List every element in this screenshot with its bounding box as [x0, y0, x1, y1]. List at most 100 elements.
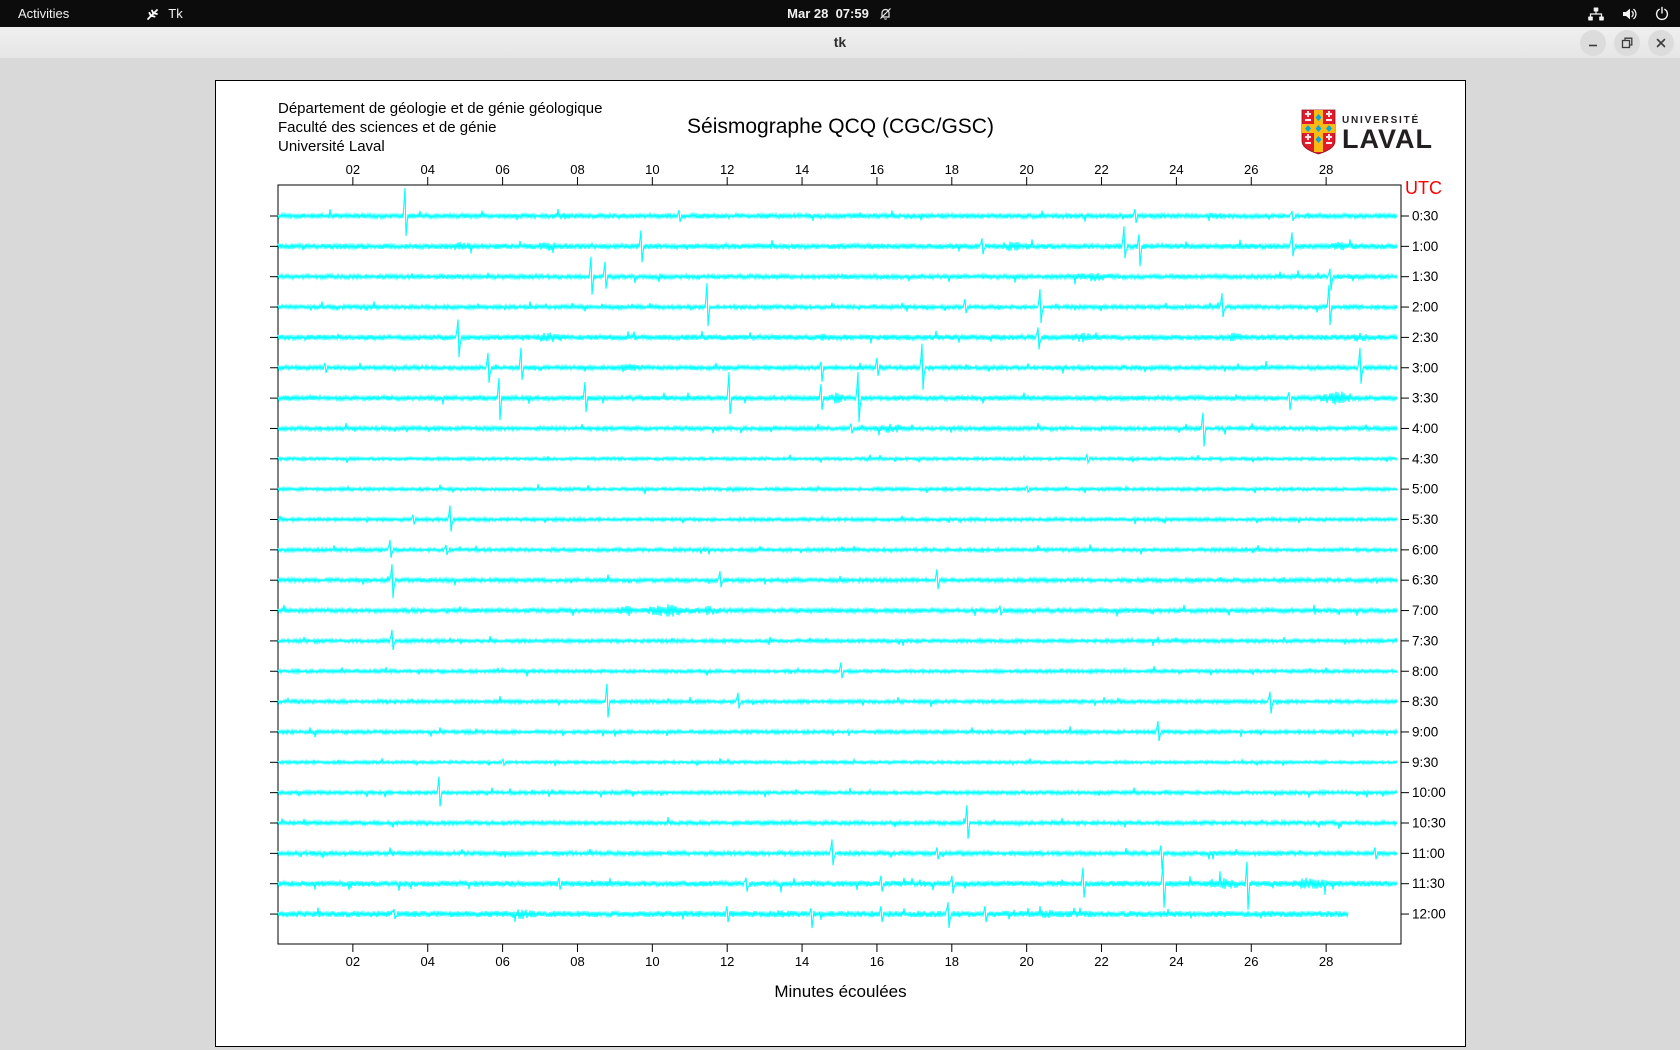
volume-icon [1621, 6, 1638, 22]
x-tick-label-top: 06 [495, 162, 509, 177]
utc-tick-label: 11:30 [1412, 876, 1445, 891]
seismogram-plot: 02 02 04 04 06 06 08 08 10 10 12 12 14 14 16 16 18 18 20 20… [216, 81, 1465, 1050]
desktop: Activities Tk Mar 28 07:59 [0, 0, 1680, 1050]
x-tick-label-bottom: 20 [1019, 954, 1033, 969]
x-tick-label-bottom: 12 [720, 954, 734, 969]
x-tick-label-bottom: 06 [495, 954, 509, 969]
x-tick-label-top: 08 [570, 162, 584, 177]
x-tick-label-top: 04 [420, 162, 434, 177]
close-button[interactable] [1648, 30, 1674, 56]
network-wired-icon [1587, 6, 1605, 22]
x-tick-label-top: 18 [945, 162, 959, 177]
seismogram-trace [278, 506, 1397, 532]
seismogram-trace [278, 805, 1397, 839]
notifications-muted-icon [878, 6, 893, 21]
x-tick-label-top: 10 [645, 162, 659, 177]
utc-tick-label: 6:30 [1412, 573, 1438, 588]
seismogram-trace [278, 758, 1397, 766]
close-icon [1655, 37, 1667, 49]
seismogram-trace [278, 188, 1397, 236]
utc-tick-label: 5:00 [1412, 482, 1438, 497]
x-tick-label-bottom: 02 [346, 954, 360, 969]
seismogram-svg: 02 02 04 04 06 06 08 08 10 10 12 12 14 14 16 16 18 18 20 20… [216, 81, 1465, 1046]
utc-tick-label: 11:00 [1412, 846, 1445, 861]
utc-tick-label: 1:30 [1412, 269, 1438, 284]
seismogram-trace [278, 372, 1397, 422]
seismogram-trace [278, 839, 1397, 869]
seismogram-trace [278, 540, 1397, 558]
seismograph-canvas: 02 02 04 04 06 06 08 08 10 10 12 12 14 14 16 16 18 18 20 20… [215, 80, 1466, 1047]
seismogram-trace [278, 226, 1397, 266]
seismogram-trace [278, 455, 1397, 463]
utc-tick-label: 0:30 [1412, 209, 1438, 224]
x-tick-label-bottom: 10 [645, 954, 659, 969]
x-tick-label-top: 14 [795, 162, 809, 177]
clock-button[interactable]: Mar 28 07:59 [0, 0, 1680, 27]
seismogram-trace [278, 413, 1397, 447]
seismogram-trace [278, 777, 1397, 807]
x-tick-label-bottom: 24 [1169, 954, 1183, 969]
x-tick-label-top: 24 [1169, 162, 1183, 177]
x-tick-label-top: 20 [1019, 162, 1033, 177]
restore-icon [1621, 37, 1633, 49]
x-tick-label-bottom: 04 [420, 954, 434, 969]
utc-tick-label: 10:00 [1412, 785, 1446, 800]
minimize-icon [1587, 37, 1599, 49]
utc-tick-label: 10:30 [1412, 816, 1446, 831]
utc-tick-label: 3:00 [1412, 360, 1438, 375]
utc-tick-label: 5:30 [1412, 512, 1438, 527]
minimize-button[interactable] [1580, 30, 1606, 56]
utc-tick-label: 12:00 [1412, 907, 1446, 922]
utc-tick-label: 9:00 [1412, 724, 1438, 739]
seismogram-trace [278, 684, 1397, 718]
utc-tick-label: 6:00 [1412, 542, 1438, 557]
utc-tick-label: 8:00 [1412, 664, 1438, 679]
seismogram-trace [278, 484, 1397, 494]
seismogram-trace [278, 604, 1397, 616]
plot-border [278, 185, 1401, 944]
x-tick-label-bottom: 18 [945, 954, 959, 969]
utc-tick-label: 2:30 [1412, 330, 1438, 345]
maximize-button[interactable] [1614, 30, 1640, 56]
x-tick-label-bottom: 28 [1319, 954, 1333, 969]
seismogram-trace [278, 662, 1397, 678]
chart-title: Séismographe QCQ (CGC/GSC) [216, 115, 1465, 139]
gnome-top-bar: Activities Tk Mar 28 07:59 [0, 0, 1680, 27]
utc-tick-label: 7:00 [1412, 603, 1438, 618]
seismogram-trace [278, 902, 1348, 928]
seismogram-trace [278, 257, 1397, 295]
utc-tick-label: 2:00 [1412, 300, 1438, 315]
seismogram-trace [278, 721, 1397, 741]
header-line: Université Laval [278, 137, 602, 156]
utc-tick-label: 9:30 [1412, 755, 1438, 770]
utc-axis-label: UTC [1405, 178, 1442, 198]
x-tick-label-top: 26 [1244, 162, 1258, 177]
utc-tick-label: 8:30 [1412, 694, 1438, 709]
seismogram-trace [278, 564, 1397, 598]
window-titlebar[interactable]: tk [0, 27, 1680, 59]
window-title: tk [0, 27, 1680, 58]
x-axis-title: Minutes écoulées [216, 982, 1465, 1002]
logo-laval-text: LAVAL [1342, 126, 1433, 152]
x-tick-label-bottom: 14 [795, 954, 809, 969]
utc-tick-label: 7:30 [1412, 633, 1438, 648]
laval-shield-icon [1301, 109, 1336, 155]
x-tick-label-top: 02 [346, 162, 360, 177]
utc-tick-label: 3:30 [1412, 391, 1438, 406]
x-tick-label-top: 12 [720, 162, 734, 177]
x-tick-label-bottom: 16 [870, 954, 884, 969]
x-tick-label-top: 28 [1319, 162, 1333, 177]
seismogram-trace [278, 283, 1397, 326]
x-tick-label-top: 16 [870, 162, 884, 177]
system-status-area[interactable] [1587, 0, 1670, 27]
utc-tick-label: 4:30 [1412, 451, 1438, 466]
utc-tick-label: 4:00 [1412, 421, 1438, 436]
x-tick-label-top: 22 [1094, 162, 1108, 177]
x-tick-label-bottom: 08 [570, 954, 584, 969]
utc-tick-label: 1:00 [1412, 239, 1438, 254]
x-tick-label-bottom: 22 [1094, 954, 1108, 969]
clock-label: Mar 28 07:59 [787, 6, 869, 21]
seismogram-trace [278, 862, 1397, 910]
seismogram-trace [278, 630, 1397, 650]
tk-window-body: 02 02 04 04 06 06 08 08 10 10 12 12 14 14 16 16 18 18 20 20… [0, 58, 1680, 1050]
